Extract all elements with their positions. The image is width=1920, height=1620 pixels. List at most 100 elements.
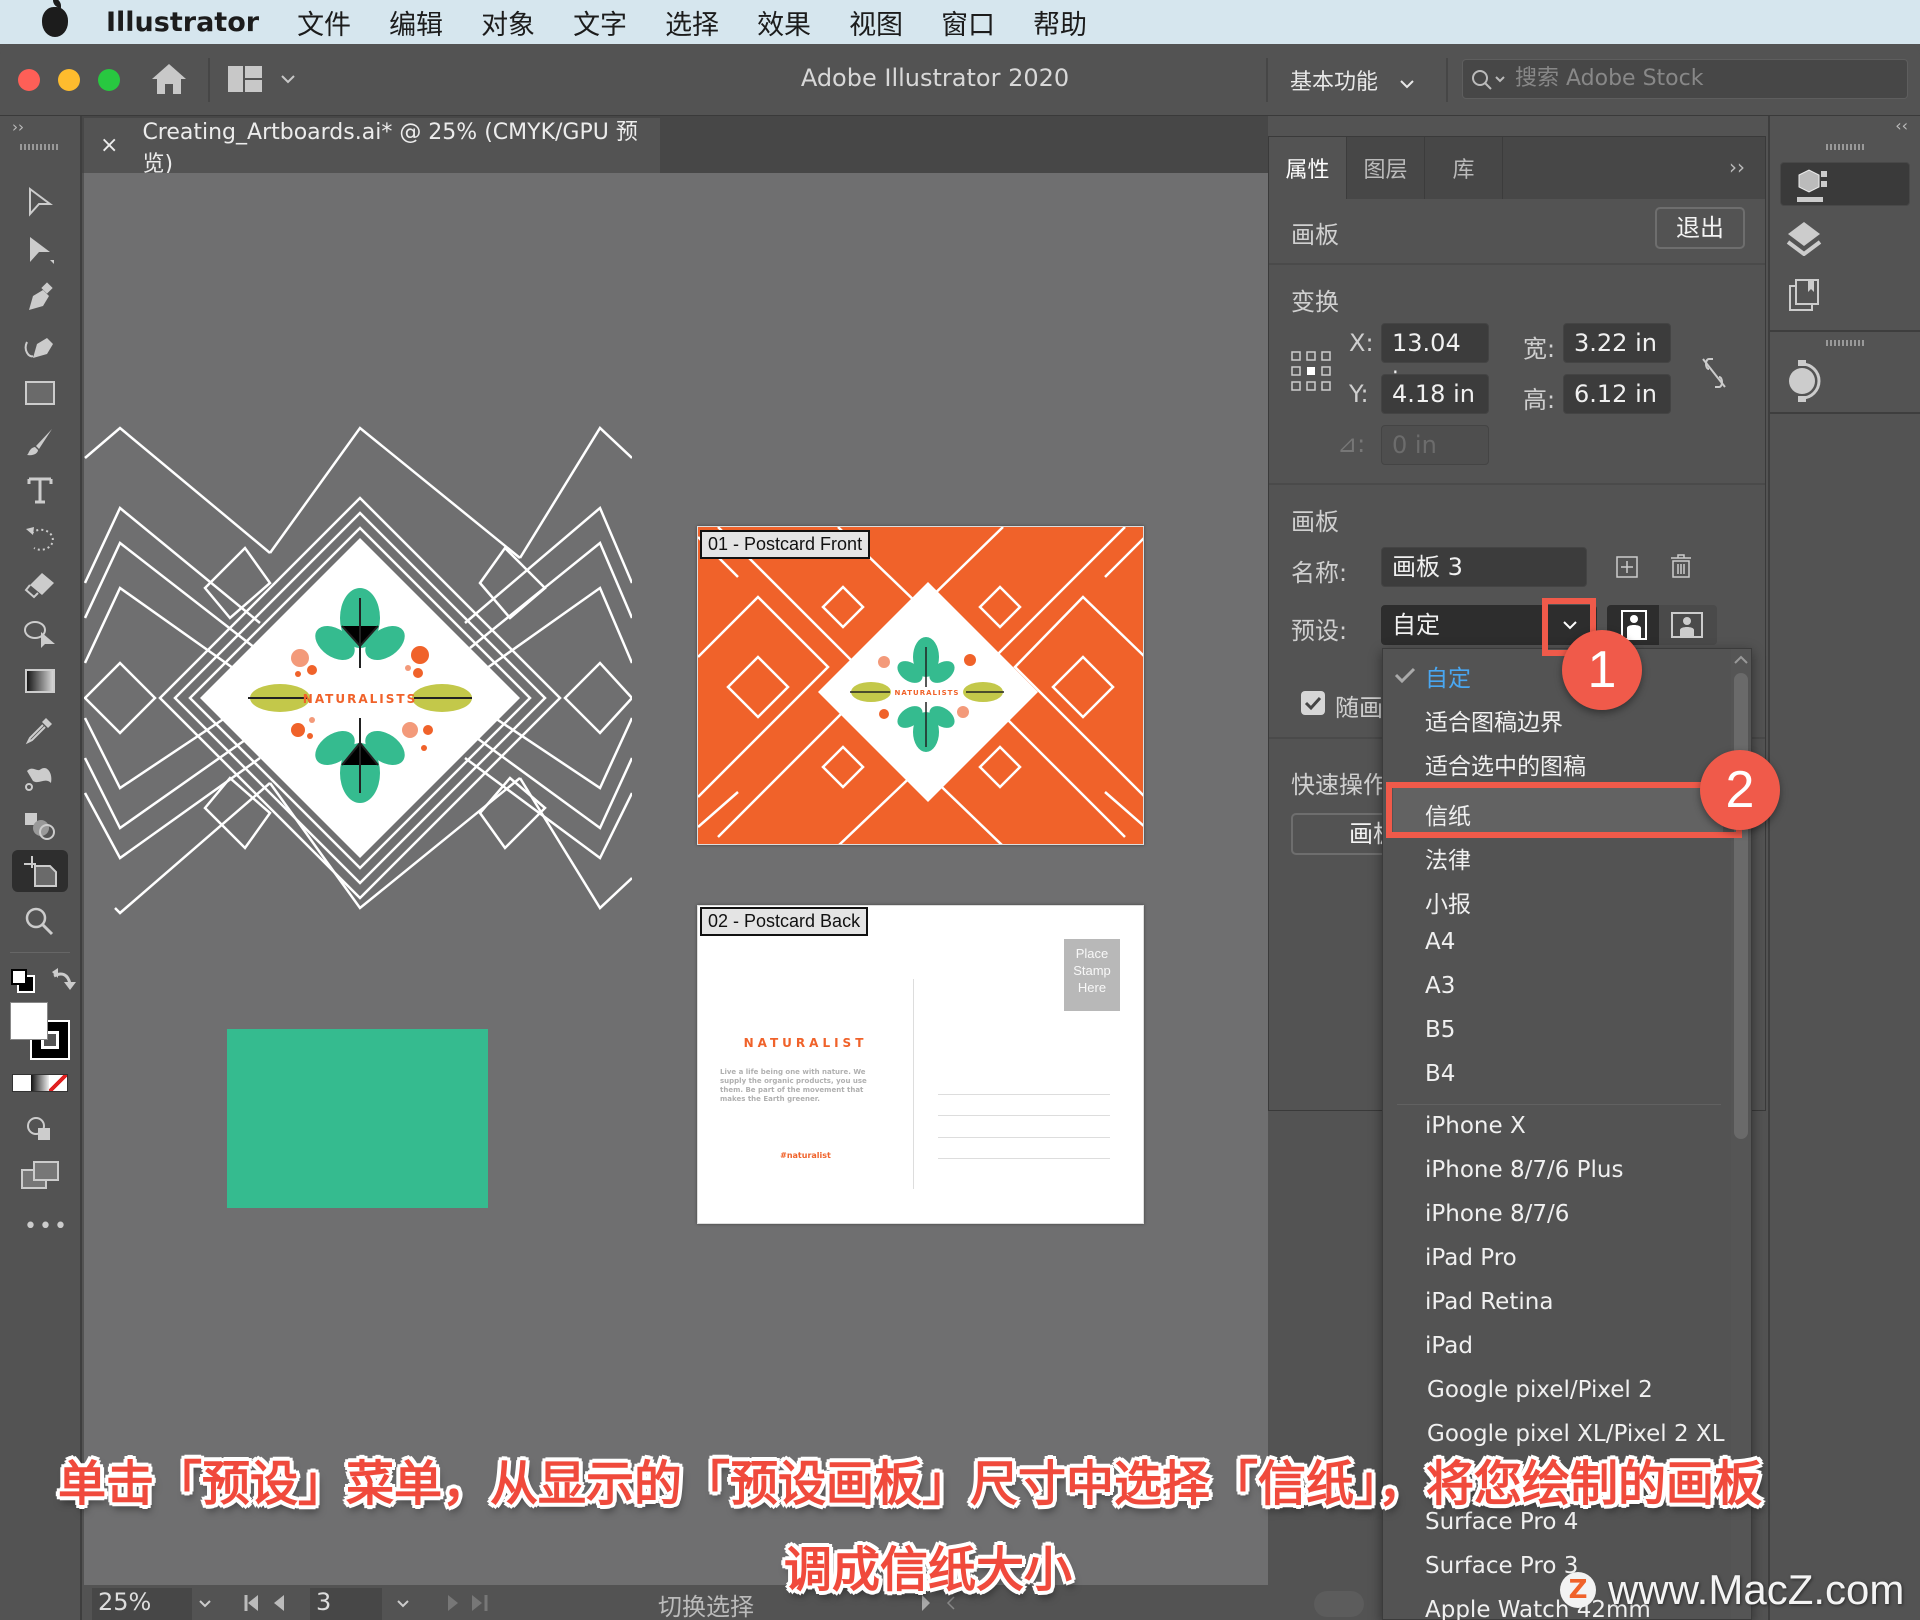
preset-option[interactable]: Google pixel/Pixel 2	[1427, 1377, 1653, 1403]
properties-panel-button[interactable]	[1780, 162, 1910, 206]
preset-option[interactable]: iPhone 8/7/6	[1425, 1201, 1569, 1227]
screen-mode-icon[interactable]	[20, 1160, 60, 1190]
type-tool[interactable]	[18, 470, 62, 510]
menu-help[interactable]: 帮助	[1033, 3, 1087, 42]
cc-libraries-sync-icon[interactable]	[1786, 360, 1822, 402]
layers-icon[interactable]	[1786, 220, 1822, 256]
panel-grip[interactable]	[1826, 340, 1866, 346]
preset-option[interactable]: A3	[1425, 973, 1455, 999]
preset-option[interactable]: Surface Pro 3	[1425, 1553, 1578, 1579]
delete-artboard-icon[interactable]	[1669, 553, 1693, 579]
next-artboard-icon[interactable]	[444, 1595, 494, 1611]
zoom-dropdown-chevron-icon[interactable]	[198, 1599, 212, 1609]
preset-option[interactable]: 适合图稿边界	[1425, 703, 1563, 737]
tab-properties[interactable]: 属性	[1269, 137, 1347, 199]
tab-libraries[interactable]: 库	[1425, 137, 1503, 199]
close-tab-icon[interactable]: ×	[100, 133, 118, 158]
height-input[interactable]: 6.12 in	[1563, 374, 1671, 414]
preset-option[interactable]: 法律	[1425, 841, 1471, 875]
preset-option[interactable]: 自定	[1425, 659, 1471, 693]
preset-option[interactable]: B4	[1425, 1061, 1455, 1087]
direct-selection-tool[interactable]	[18, 230, 62, 270]
constrain-proportions-icon[interactable]	[1699, 355, 1729, 391]
zoom-level-field[interactable]: 25%	[92, 1588, 192, 1620]
green-rectangle-artboard[interactable]	[227, 1029, 488, 1208]
artboard-tool[interactable]	[12, 850, 68, 892]
swap-fill-stroke-icon[interactable]	[50, 968, 76, 994]
status-mode-label[interactable]: 切换选择	[658, 1587, 754, 1620]
panel-menu-icon[interactable]: ››	[1729, 155, 1745, 179]
canvas[interactable]: NATURALISTS NATURALISTS 01 - Postcard Fr…	[84, 173, 1268, 1585]
move-with-artboard-checkbox[interactable]	[1301, 691, 1325, 715]
panel-grip[interactable]	[1826, 144, 1866, 150]
gradient-button[interactable]	[31, 1075, 49, 1091]
fill-swatch[interactable]	[10, 1002, 48, 1040]
rotate-input[interactable]: 0 in	[1381, 425, 1489, 465]
preset-option[interactable]: A4	[1425, 929, 1455, 955]
pen-tool[interactable]	[18, 278, 62, 318]
gradient-tool[interactable]	[18, 662, 62, 702]
menu-edit[interactable]: 编辑	[389, 3, 443, 42]
artboard-index-field[interactable]: 3	[310, 1588, 382, 1620]
preset-option[interactable]: iPad Retina	[1425, 1289, 1553, 1315]
preset-option[interactable]: iPad Pro	[1425, 1245, 1517, 1271]
menu-view[interactable]: 视图	[849, 3, 903, 42]
menu-select[interactable]: 选择	[665, 3, 719, 42]
menu-effect[interactable]: 效果	[757, 3, 811, 42]
y-input[interactable]: 4.18 in	[1381, 374, 1489, 414]
menu-type[interactable]: 文字	[573, 3, 627, 42]
preset-option[interactable]: iPhone X	[1425, 1113, 1526, 1139]
exit-button[interactable]: 退出	[1655, 207, 1745, 249]
stock-search-input[interactable]: 搜索 Adobe Stock	[1462, 59, 1908, 99]
eyedropper-tool[interactable]	[18, 710, 62, 750]
rectangle-tool[interactable]	[18, 374, 62, 414]
menu-file[interactable]: 文件	[297, 3, 351, 42]
reference-point-icon[interactable]	[1291, 351, 1331, 391]
edit-toolbar-button[interactable]: •••	[24, 1214, 69, 1239]
draw-mode-icon[interactable]	[26, 1116, 52, 1142]
preset-option[interactable]: B5	[1425, 1017, 1455, 1043]
landscape-icon[interactable]	[1671, 612, 1703, 638]
tab-layers[interactable]: 图层	[1347, 137, 1425, 199]
artboard-label[interactable]: 02 - Postcard Back	[700, 907, 869, 936]
menu-window[interactable]: 窗口	[941, 3, 995, 42]
libraries-icon[interactable]	[1788, 278, 1820, 312]
x-input[interactable]: 13.04 in	[1381, 323, 1489, 395]
panel-grip[interactable]	[20, 144, 60, 150]
first-artboard-icon[interactable]	[244, 1595, 294, 1611]
preset-option[interactable]: iPad	[1425, 1333, 1473, 1359]
artboard-dropdown-chevron-icon[interactable]	[396, 1599, 410, 1609]
horizontal-scrollbar-thumb[interactable]	[1314, 1591, 1364, 1617]
curvature-tool[interactable]	[18, 326, 62, 366]
expand-panel-icon[interactable]: ››	[12, 118, 24, 136]
artboard-label[interactable]: 01 - Postcard Front	[700, 530, 871, 559]
paintbrush-tool[interactable]	[18, 422, 62, 462]
artboard-3-artwork[interactable]: NATURALISTS	[84, 418, 632, 963]
preset-option[interactable]: 适合选中的图稿	[1425, 747, 1586, 781]
artboard-name-input[interactable]: 画板 3	[1381, 547, 1587, 587]
zoom-tool[interactable]	[18, 902, 62, 942]
menu-object[interactable]: 对象	[481, 3, 535, 42]
width-input[interactable]: 3.22 in	[1563, 323, 1671, 363]
default-fill-stroke-icon[interactable]	[10, 968, 36, 994]
menu-app-name[interactable]: Illustrator	[106, 7, 259, 38]
live-paint-tool[interactable]	[18, 806, 62, 846]
rotate-tool[interactable]	[18, 518, 62, 558]
apple-logo-icon[interactable]	[42, 0, 68, 37]
scrollbar-thumb[interactable]	[1734, 673, 1748, 1139]
shape-builder-tool[interactable]	[18, 614, 62, 654]
preset-option[interactable]: iPhone 8/7/6 Plus	[1425, 1157, 1623, 1183]
new-artboard-icon[interactable]	[1615, 555, 1639, 579]
color-button[interactable]	[13, 1075, 31, 1091]
workspace-switcher[interactable]: 基本功能	[1290, 64, 1415, 96]
eraser-tool[interactable]	[18, 566, 62, 606]
none-button[interactable]	[49, 1075, 67, 1091]
scroll-up-icon[interactable]	[1733, 655, 1749, 665]
preset-option[interactable]: 小报	[1425, 885, 1471, 919]
artboard-postcard-back[interactable]: 02 - Postcard Back Place Stamp Here NATU…	[697, 905, 1144, 1224]
collapse-panels-icon[interactable]: ‹‹	[1895, 116, 1908, 135]
document-tab[interactable]: × Creating_Artboards.ai* @ 25% (CMYK/GPU…	[84, 118, 660, 177]
puppet-warp-tool[interactable]	[18, 758, 62, 798]
artboard-postcard-front[interactable]: NATURALISTS 01 - Postcard Front	[697, 526, 1144, 845]
selection-tool[interactable]	[18, 182, 62, 222]
